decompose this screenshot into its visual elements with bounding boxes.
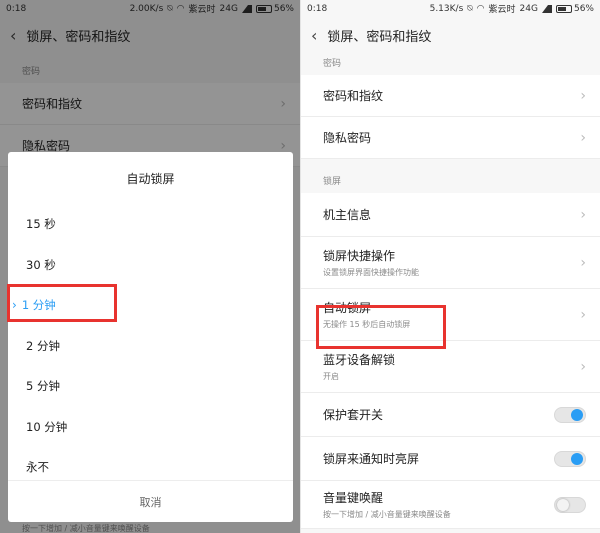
option-label: 2 分钟 [26, 338, 60, 353]
setting-sub: 设置锁屏界面快捷操作功能 [323, 268, 419, 277]
option-label: 5 分钟 [26, 379, 60, 394]
dialog-title: 自动锁屏 [126, 171, 175, 186]
toggle-switch[interactable] [554, 496, 586, 513]
setting-label: 蓝牙设备解锁 [323, 353, 396, 367]
setting-owner-info[interactable]: 机主信息 › [301, 193, 600, 237]
chevron-right-icon: › [580, 129, 586, 146]
signal-icon [541, 4, 552, 13]
chevron-right-icon: › [580, 254, 586, 271]
option-label: 永不 [26, 460, 49, 475]
setting-label: 密码和指纹 [323, 89, 384, 103]
right-screen: 0:18 5.13K/s ⍉ ◠ 紫云时 24G 56% ‹ 锁屏、密码和指纹 … [300, 0, 600, 533]
setting-label: 锁屏来通知时亮屏 [323, 452, 420, 466]
setting-label: 音量键唤醒 [323, 491, 384, 505]
chevron-right-icon: › [580, 206, 586, 223]
highlight-box [7, 284, 117, 322]
chevron-right-icon: › [580, 306, 586, 323]
section-header-password: 密码 [323, 59, 342, 69]
option-2min[interactable]: 2 分钟 [8, 326, 293, 367]
chevron-right-icon: › [580, 87, 586, 104]
option-5min[interactable]: 5 分钟 [8, 366, 293, 407]
status-time: 0:18 [307, 3, 328, 14]
option-30s[interactable]: 30 秒 [8, 245, 293, 286]
highlight-box [316, 305, 446, 349]
cancel-button[interactable]: 取消 [8, 480, 293, 522]
silent-icon: ⍉ [467, 3, 473, 14]
battery-percent: 56% [573, 3, 594, 14]
carrier-name: 紫云时 [488, 5, 516, 15]
setting-privacy-password[interactable]: 隐私密码 › [301, 117, 600, 159]
setting-label: 锁屏快捷操作 [323, 249, 396, 263]
setting-label: 隐私密码 [323, 131, 372, 145]
page-title: 锁屏、密码和指纹 [327, 29, 432, 45]
chevron-right-icon: › [580, 358, 586, 375]
setting-cover-switch[interactable]: 保护套开关 [301, 393, 600, 437]
option-label: 30 秒 [26, 257, 56, 272]
setting-password-fingerprint[interactable]: 密码和指纹 › [301, 75, 600, 117]
title-bar: ‹ 锁屏、密码和指纹 [301, 17, 600, 53]
setting-lockscreen-shortcuts[interactable]: 锁屏快捷操作 设置锁屏界面快捷操作功能 › [301, 237, 600, 289]
setting-label: 机主信息 [323, 208, 372, 222]
chevron-left-icon[interactable]: ‹ [311, 26, 317, 45]
option-label: 10 分钟 [26, 419, 68, 434]
toggle-switch[interactable] [554, 406, 586, 423]
setting-sub: 开启 [323, 372, 339, 381]
option-label: 15 秒 [26, 217, 56, 232]
network-speed: 5.13K/s [429, 3, 464, 14]
auto-lock-dialog: 自动锁屏 15 秒 30 秒 › 1 分钟 2 分钟 5 分钟 10 分钟 永不 … [8, 152, 293, 522]
network-type: 24G [519, 3, 538, 14]
setting-label: 保护套开关 [323, 408, 384, 422]
left-screen: 0:18 2.00K/s ⍉ ◠ 紫云时 24G 56% ‹ 锁屏、密码和指纹 … [0, 0, 300, 533]
option-15s[interactable]: 15 秒 [8, 204, 293, 245]
setting-wake-on-notification[interactable]: 锁屏来通知时亮屏 [301, 437, 600, 481]
status-bar: 0:18 5.13K/s ⍉ ◠ 紫云时 24G 56% [301, 0, 600, 17]
setting-volume-key-wake[interactable]: 音量键唤醒 按一下增加 / 减小音量键来唤醒设备 [301, 481, 600, 529]
setting-sub: 按一下增加 / 减小音量键来唤醒设备 [323, 510, 451, 519]
option-10min[interactable]: 10 分钟 [8, 407, 293, 448]
toggle-switch[interactable] [554, 450, 586, 467]
wifi-icon: ◠ [476, 3, 485, 14]
battery-indicator: 56% [555, 3, 594, 14]
section-header-lockscreen: 锁屏 [323, 177, 342, 187]
battery-icon [555, 4, 572, 13]
